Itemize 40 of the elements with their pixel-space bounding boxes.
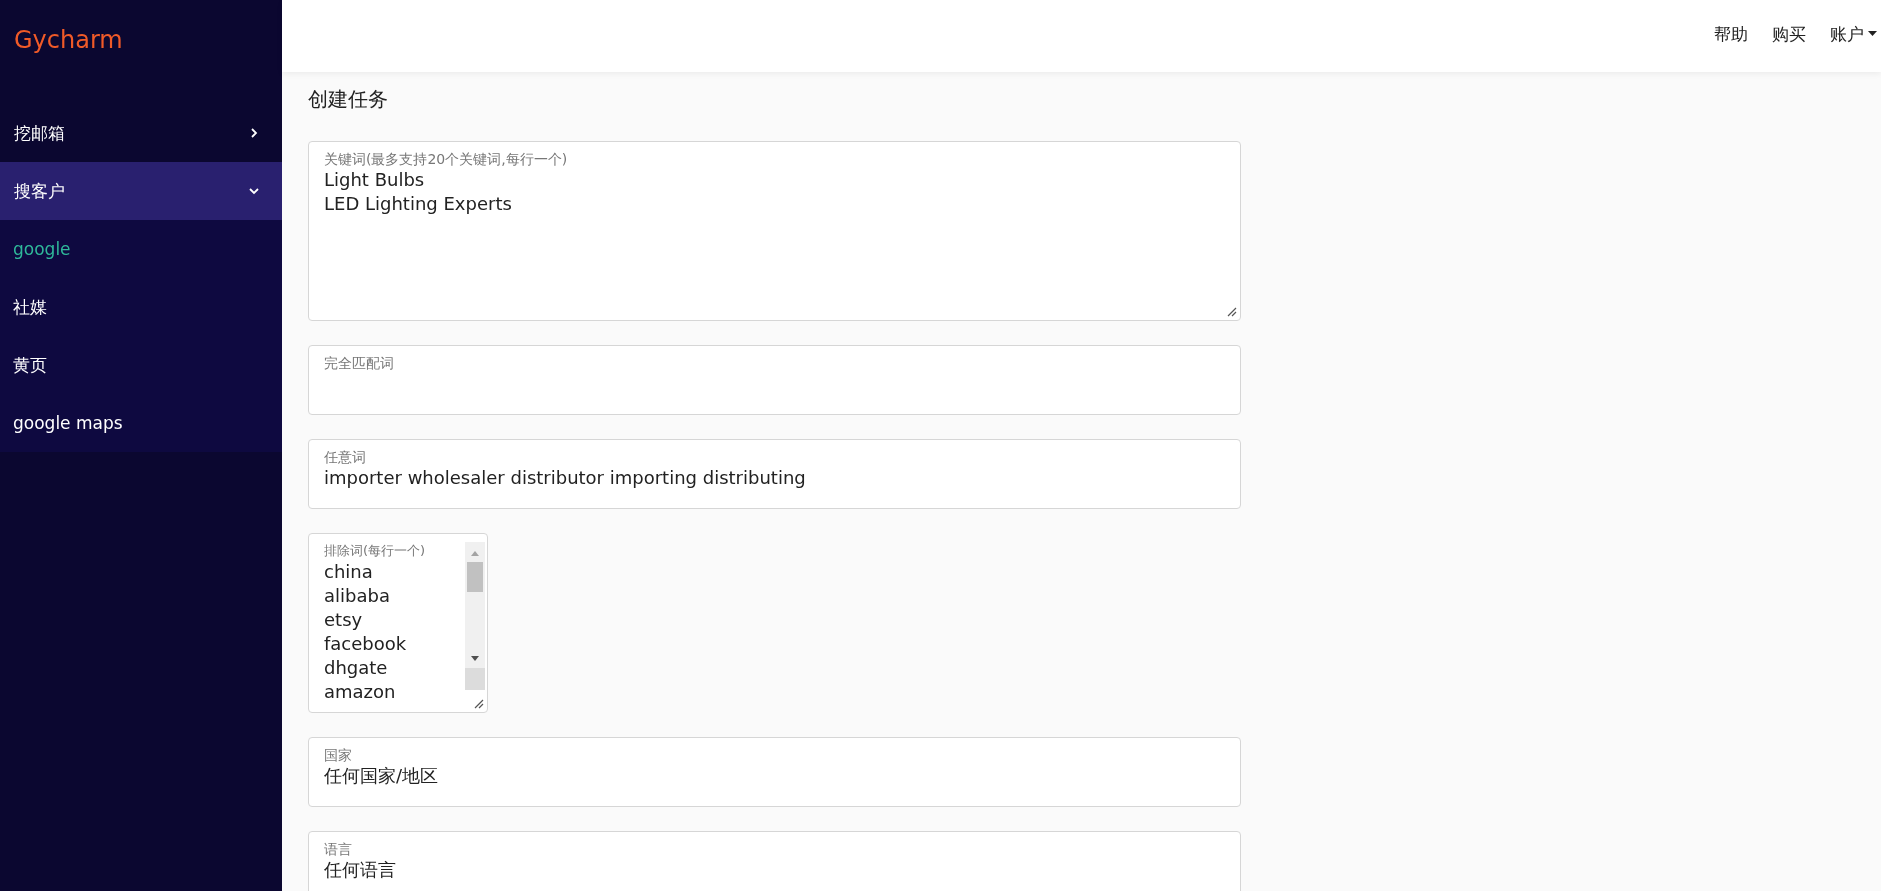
field-value: LED Lighting Experts: [324, 192, 513, 216]
field-value: 任何国家/地区: [324, 764, 440, 788]
form-field[interactable]: 语言 任何语言: [308, 831, 1241, 891]
field-value: importer wholesaler distributor importing distributing: [324, 466, 807, 490]
submenu-item[interactable]: 黄页: [0, 336, 282, 394]
scrollbar[interactable]: [465, 542, 485, 690]
resize-grip-icon[interactable]: [1227, 307, 1237, 317]
field-value: etsy: [324, 608, 364, 632]
field-value: amazon: [324, 680, 397, 704]
field-value: facebook: [324, 632, 408, 656]
field-label: 国家: [324, 746, 353, 764]
field-label: 语言: [324, 840, 353, 858]
field-label: 完全匹配词: [324, 354, 395, 372]
submenu-item[interactable]: 社媒: [0, 278, 282, 336]
submenu-item[interactable]: google maps: [0, 394, 282, 452]
form-field[interactable]: 排除词(每行一个) china alibaba etsy facebook dhgate amazon: [308, 533, 488, 713]
menu-group[interactable]: 挖邮箱: [0, 104, 282, 162]
resize-grip-icon[interactable]: [474, 699, 484, 709]
chevron-icon: [248, 127, 260, 139]
nav-link[interactable]: 账户: [1830, 22, 1877, 46]
form-field[interactable]: 国家 任何国家/地区: [308, 737, 1241, 807]
form-field[interactable]: 完全匹配词: [308, 345, 1241, 415]
menu-group[interactable]: 搜客户: [0, 162, 282, 220]
caret-icon: [1868, 31, 1877, 37]
field-value: alibaba: [324, 584, 391, 608]
field-value: dhgate: [324, 656, 389, 680]
nav-link[interactable]: 购买: [1772, 22, 1806, 46]
form-field[interactable]: 任意词 importer wholesaler distributor importing distributing: [308, 439, 1241, 509]
chevron-icon: [248, 185, 260, 197]
field-label: 排除词(每行一个): [324, 542, 427, 560]
field-value: china: [324, 560, 374, 584]
field-label: 关键词(最多支持20个关键词,每行一个): [324, 150, 569, 168]
page-title: 创建任务: [308, 86, 389, 113]
field-value: 任何语言: [324, 858, 397, 882]
form-field[interactable]: 关键词(最多支持20个关键词,每行一个) Light Bulbs LED Lighting Experts: [308, 141, 1241, 321]
submenu-item[interactable]: google: [0, 220, 282, 278]
field-value: Light Bulbs: [324, 168, 426, 192]
field-label: 任意词: [324, 448, 367, 466]
nav-link[interactable]: 帮助: [1714, 22, 1748, 46]
logo-text[interactable]: Gycharm: [0, 0, 282, 64]
